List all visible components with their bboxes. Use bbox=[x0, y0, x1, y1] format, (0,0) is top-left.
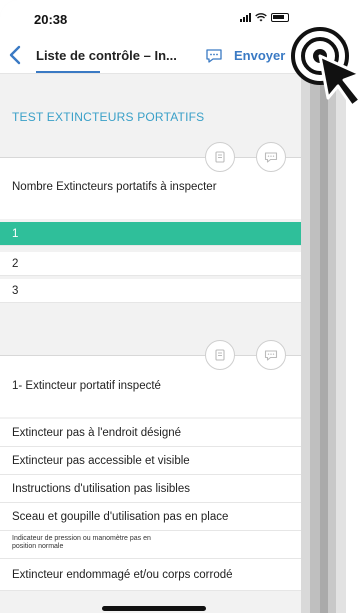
option-3[interactable]: 3 bbox=[0, 279, 301, 303]
note-button[interactable] bbox=[205, 142, 235, 172]
checklist-item[interactable]: Extincteur pas accessible et visible bbox=[0, 447, 301, 475]
phone-screen: 20:38 Liste de contrôle – In... Envoyer … bbox=[0, 0, 301, 613]
question-label: Nombre Extincteurs portatifs à inspecter bbox=[12, 181, 217, 193]
shadow-strip bbox=[320, 40, 328, 613]
wifi-icon bbox=[255, 13, 267, 22]
shadow-strip bbox=[336, 40, 346, 613]
back-chevron-icon[interactable] bbox=[6, 44, 26, 66]
note-icon bbox=[215, 151, 225, 163]
shadow-strip bbox=[300, 40, 310, 613]
checklist-item[interactable]: Extincteur pas à l'endroit désigné bbox=[0, 419, 301, 447]
chat-button[interactable] bbox=[256, 340, 286, 370]
status-icons bbox=[240, 13, 289, 22]
status-bar: 20:38 bbox=[0, 0, 301, 38]
chat-bubble-icon bbox=[264, 350, 278, 361]
home-indicator bbox=[102, 606, 206, 611]
cursor-arrow-icon bbox=[291, 27, 362, 108]
battery-icon bbox=[271, 13, 289, 22]
note-button[interactable] bbox=[205, 340, 235, 370]
nav-title-underline bbox=[36, 71, 100, 73]
option-1[interactable]: 1 bbox=[0, 222, 301, 246]
checklist-item[interactable]: Instructions d'utilisation pas lisibles bbox=[0, 475, 301, 503]
send-button[interactable]: Envoyer bbox=[234, 48, 285, 63]
question-label: 1- Extincteur portatif inspecté bbox=[12, 380, 161, 392]
comment-icon[interactable] bbox=[205, 48, 223, 64]
checklist-item[interactable]: Indicateur de pression ou manomètre pas … bbox=[0, 531, 301, 559]
nav-bar: Liste de contrôle – In... Envoyer bbox=[0, 38, 301, 74]
checklist-item[interactable]: Sceau et goupille d'utilisation pas en p… bbox=[0, 503, 301, 531]
signal-icon bbox=[240, 13, 251, 22]
checklist-item[interactable]: Extincteur endommagé et/ou corps corrodé bbox=[0, 559, 301, 591]
shadow-strip bbox=[328, 40, 336, 613]
chat-bubble-icon bbox=[264, 152, 278, 163]
status-time: 20:38 bbox=[34, 12, 68, 27]
shadow-strip bbox=[310, 40, 320, 613]
page-title: Liste de contrôle – In... bbox=[36, 48, 177, 63]
chat-button[interactable] bbox=[256, 142, 286, 172]
option-2[interactable]: 2 bbox=[0, 252, 301, 276]
section-header-band bbox=[0, 305, 301, 355]
section-title: TEST EXTINCTEURS PORTATIFS bbox=[12, 110, 205, 124]
note-icon bbox=[215, 349, 225, 361]
